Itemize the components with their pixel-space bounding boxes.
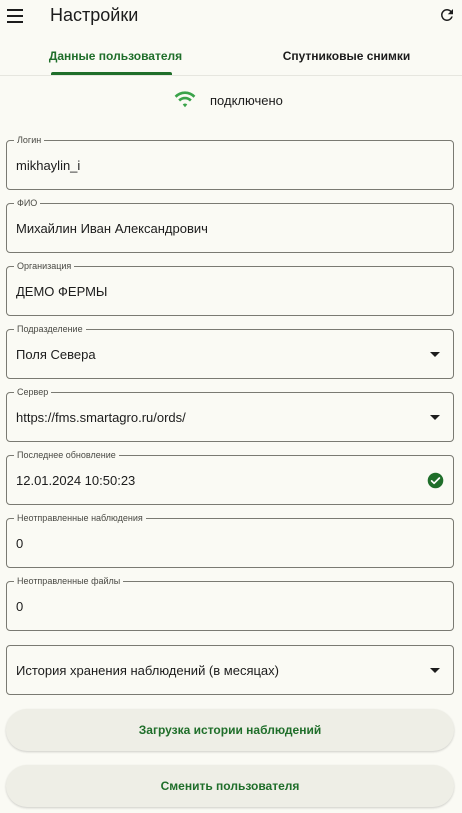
organization-value: ДЕМО ФЕРМЫ [16, 284, 108, 299]
organization-field[interactable]: Организация ДЕМО ФЕРМЫ [6, 261, 454, 316]
connection-status-text: подключено [210, 93, 283, 108]
wifi-icon [174, 91, 196, 108]
unsent-observations-field: Неотправленные наблюдения 0 [6, 513, 454, 568]
chevron-down-icon[interactable] [430, 352, 440, 357]
connection-status: подключено [0, 88, 462, 112]
tab-user-data[interactable]: Данные пользователя [0, 36, 231, 76]
change-user-button[interactable]: Сменить пользователя [6, 765, 454, 807]
server-select[interactable]: Сервер https://fms.smartagro.ru/ords/ [6, 387, 454, 442]
fio-label: ФИО [14, 198, 41, 209]
server-value: https://fms.smartagro.ru/ords/ [16, 410, 186, 425]
login-label: Логин [14, 135, 45, 146]
page-title: Настройки [50, 5, 139, 25]
tab-bar: Данные пользователя Спутниковые снимки [0, 36, 462, 76]
history-retention-placeholder: История хранения наблюдений (в месяцах) [16, 663, 279, 678]
refresh-icon[interactable] [438, 6, 456, 24]
fio-value: Михайлин Иван Александрович [16, 221, 208, 236]
active-tab-indicator [51, 72, 172, 75]
unsent-observations-label: Неотправленные наблюдения [14, 513, 146, 524]
unsent-files-field: Неотправленные файлы 0 [6, 576, 454, 631]
last-update-field: Последнее обновление 12.01.2024 10:50:23 [6, 450, 454, 505]
unsent-files-value: 0 [16, 599, 24, 614]
login-field[interactable]: Логин mikhaylin_i [6, 135, 454, 190]
division-select[interactable]: Подразделение Поля Севера [6, 324, 454, 379]
last-update-label: Последнее обновление [14, 450, 119, 461]
login-value: mikhaylin_i [16, 158, 81, 173]
unsent-files-label: Неотправленные файлы [14, 576, 124, 587]
organization-label: Организация [14, 261, 75, 272]
unsent-observations-value: 0 [16, 536, 24, 551]
load-history-button[interactable]: Загрузка истории наблюдений [6, 709, 454, 751]
tab-satellite-images[interactable]: Спутниковые снимки [231, 36, 462, 76]
division-label: Подразделение [14, 324, 86, 335]
history-retention-select[interactable]: История хранения наблюдений (в месяцах) [6, 645, 454, 695]
fio-field[interactable]: ФИО Михайлин Иван Александрович [6, 198, 454, 253]
chevron-down-icon[interactable] [430, 415, 440, 420]
last-update-value: 12.01.2024 10:50:23 [16, 473, 136, 488]
chevron-down-icon[interactable] [430, 668, 440, 673]
menu-icon[interactable] [7, 9, 23, 23]
app-bar: Настройки [0, 0, 462, 34]
check-circle-icon [427, 472, 444, 489]
server-label: Сервер [14, 387, 52, 398]
division-value: Поля Севера [16, 347, 96, 362]
